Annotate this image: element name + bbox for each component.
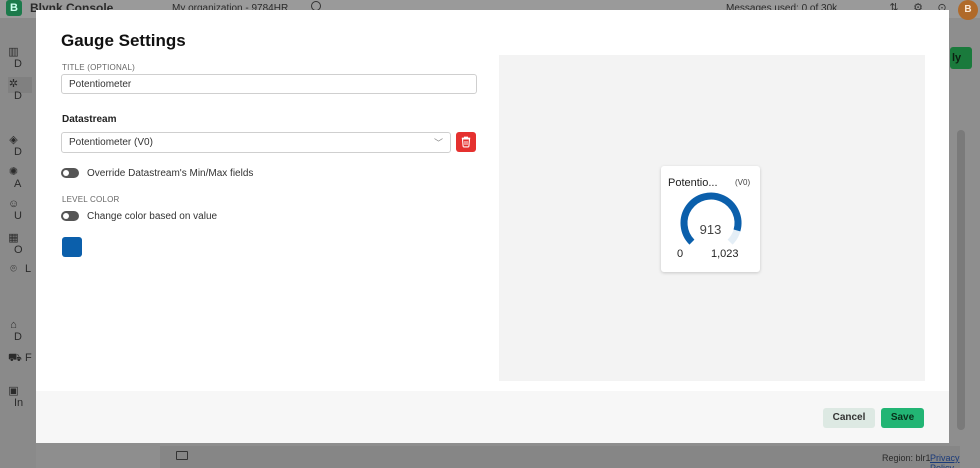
datastream-label: Datastream — [62, 114, 117, 125]
color-by-value-label: Change color based on value — [87, 211, 218, 222]
sidebar-item-fleet-management[interactable]: ⛟ F — [8, 352, 32, 368]
sidebar-item-automations[interactable]: ✺A — [8, 165, 32, 190]
modal-footer: Cancel Save — [36, 391, 949, 443]
region-label: Region: blr1 — [882, 453, 931, 463]
save-button[interactable]: Save — [881, 408, 924, 428]
developer-zone-icon: ✲ — [8, 78, 19, 90]
sidebar-item-devices[interactable]: ◈D — [8, 133, 32, 158]
devices-icon: ◈ — [9, 134, 18, 146]
color-by-value-toggle[interactable] — [61, 211, 79, 221]
gauge-value: 913 — [699, 222, 722, 237]
page-footer — [160, 446, 960, 468]
sidebar-item-users[interactable]: ☺U — [8, 198, 32, 222]
title-field-label: TITLE (OPTIONAL) — [62, 63, 135, 72]
widget-preview-panel: Potentio... (V0) 913 0 1,023 — [499, 55, 925, 381]
sidebar-item-developer-zone[interactable]: ✲D — [8, 77, 32, 102]
sidebar-item-locations[interactable]: ⌾ L — [8, 263, 32, 279]
gauge-min: 0 — [677, 248, 684, 260]
sidebar-item-installer-tool[interactable]: ▣In — [8, 384, 32, 409]
override-minmax-toggle[interactable] — [61, 168, 79, 178]
gauge-dial — [680, 192, 742, 245]
users-icon: ☺ — [8, 198, 20, 210]
in-app-messaging-icon: ⌂ — [10, 319, 17, 331]
trash-icon — [461, 136, 471, 148]
sidebar-item-dashboards[interactable]: ▥D — [8, 45, 32, 70]
delete-datastream-button[interactable] — [456, 132, 476, 152]
organizations-icon: ▦ — [8, 232, 19, 244]
level-color-swatch[interactable] — [62, 237, 82, 257]
title-input[interactable] — [61, 74, 477, 94]
dashboard-icon: ▥ — [8, 46, 19, 58]
override-minmax-label: Override Datastream's Min/Max fields — [87, 168, 254, 179]
widget-pin: (V0) — [735, 178, 751, 187]
datastream-selected-value: Potentiometer (V0) — [69, 137, 153, 148]
level-color-section-label: LEVEL COLOR — [62, 195, 120, 204]
installer-tool-icon: ▣ — [8, 385, 19, 397]
modal-title: Gauge Settings — [61, 31, 186, 50]
chevron-down-icon: ﹀ — [433, 138, 443, 148]
gauge-widget-preview: Potentio... (V0) 913 0 1,023 — [661, 166, 760, 272]
locations-icon: ⌾ — [10, 263, 17, 275]
page-scrollbar[interactable] — [957, 130, 965, 430]
sidebar-item-organizations[interactable]: ▦O — [8, 231, 32, 256]
cancel-button[interactable]: Cancel — [823, 408, 875, 428]
footer-device-icon[interactable] — [176, 451, 188, 460]
automations-icon: ✺ — [8, 166, 19, 178]
gauge-max: 1,023 — [711, 248, 739, 260]
fleet-management-icon: ⛟ — [8, 352, 22, 364]
datastream-select[interactable]: Potentiometer (V0) ﹀ — [61, 132, 451, 153]
app-logo[interactable]: B — [6, 0, 22, 16]
background-action-button[interactable]: ly — [950, 47, 972, 69]
privacy-policy-link[interactable]: Privacy Policy — [930, 453, 980, 468]
sidebar-item-in-app-messaging[interactable]: ⌂D — [8, 319, 32, 343]
widget-title: Potentio... — [668, 177, 718, 189]
gauge-settings-modal: Gauge Settings TITLE (OPTIONAL) Datastre… — [36, 10, 949, 443]
user-avatar[interactable]: B — [958, 0, 978, 20]
